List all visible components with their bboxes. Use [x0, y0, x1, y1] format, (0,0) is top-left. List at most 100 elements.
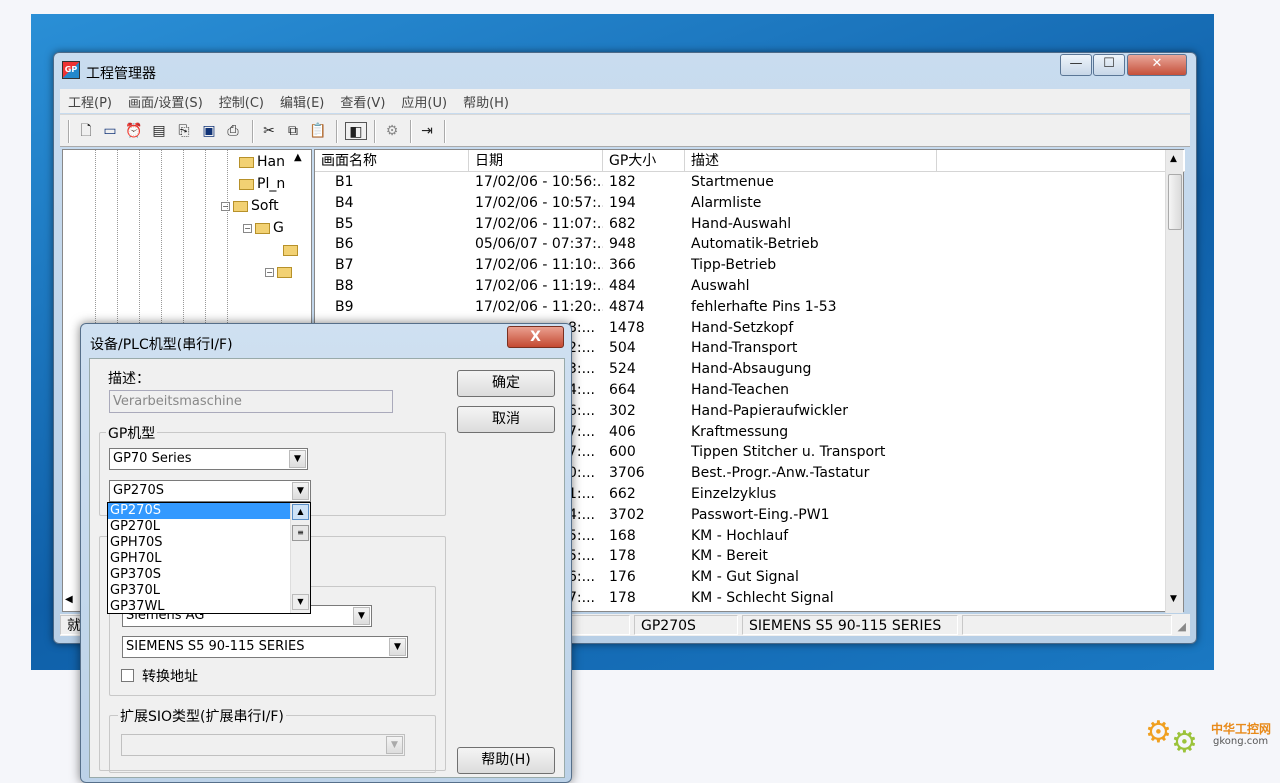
table-row[interactable]: B9 17/02/06 - 11:20:... 4874 fehlerhafte Pi… — [315, 299, 1165, 320]
screen-icon[interactable]: ▭ — [101, 122, 119, 140]
scroll-up-icon[interactable]: ▲ — [294, 152, 302, 163]
scroll-up-icon[interactable]: ▲ — [1170, 154, 1177, 164]
cell-size: 176 — [609, 569, 636, 586]
tree-item[interactable]: Pl_n — [239, 176, 295, 192]
cell-size: 948 — [609, 236, 636, 253]
paste-icon[interactable]: 📋 — [309, 122, 327, 140]
scroll-down-icon[interactable]: ▼ — [292, 594, 309, 610]
cut-icon[interactable]: ✂ — [260, 122, 278, 140]
gp-model-group-label: GP机型 — [106, 423, 158, 443]
cell-name: B7 — [335, 257, 354, 274]
gp-model-select[interactable]: GP270S ▼ — [109, 480, 311, 502]
simulate-icon[interactable]: ⎘ — [175, 122, 193, 140]
menu-view[interactable]: 查看(V) — [340, 92, 385, 111]
dropdown-option[interactable]: GPH70S — [108, 535, 290, 551]
table-row[interactable]: B1 17/02/06 - 10:56:... 182 Startmenue — [315, 174, 1165, 195]
cell-size: 484 — [609, 277, 636, 294]
cell-date: 05/06/07 - 07:37:... — [475, 236, 603, 253]
menu-bar: 工程(P) 画面/设置(S) 控制(C) 编辑(E) 查看(V) 应用(U) 帮… — [60, 89, 1190, 113]
cell-size: 3706 — [609, 465, 645, 482]
scroll-down-icon[interactable]: ▼ — [1170, 594, 1177, 604]
properties-icon[interactable]: ◧ — [345, 122, 367, 140]
cell-description: Hand-Transport — [691, 340, 798, 357]
cell-size: 178 — [609, 589, 636, 606]
cell-size: 4874 — [609, 298, 645, 315]
chevron-down-icon[interactable]: ▼ — [386, 736, 403, 754]
column-header-size[interactable]: GP大小 — [603, 150, 685, 172]
scroll-up-icon[interactable]: ▲ — [292, 504, 309, 520]
gp-model-value: GP270S — [113, 483, 164, 498]
ext-sio-select[interactable]: ▼ — [121, 734, 405, 756]
watermark-logo: ⚙ ⚙ 中华工控网 gkong.com — [1143, 714, 1273, 764]
list-scrollbar[interactable]: ▲ ▼ — [1165, 150, 1183, 613]
print-icon[interactable]: ⎙ — [224, 122, 242, 140]
collapse-icon[interactable]: − — [243, 223, 252, 233]
collapse-icon[interactable]: − — [221, 201, 230, 211]
tree-item[interactable]: − — [265, 264, 303, 280]
alarm-clock-icon[interactable]: ⏰ — [125, 122, 143, 140]
window-icon[interactable]: ▣ — [200, 122, 218, 140]
dropdown-option[interactable]: GP370L — [108, 583, 290, 599]
transfer-icon[interactable]: ▤ — [150, 122, 168, 140]
chevron-down-icon[interactable]: ▼ — [389, 638, 406, 656]
table-row[interactable]: B4 17/02/06 - 10:57:... 194 Alarmliste — [315, 195, 1165, 216]
scroll-left-icon[interactable]: ◀ — [65, 594, 73, 605]
dropdown-option[interactable]: GP270S — [108, 503, 290, 519]
menu-application[interactable]: 应用(U) — [401, 92, 447, 111]
table-row[interactable]: B6 05/06/07 - 07:37:... 948 Automatik-Betri… — [315, 236, 1165, 257]
cell-name: B5 — [335, 215, 354, 232]
help-button[interactable]: 帮助(H) — [457, 747, 555, 774]
dropdown-option[interactable]: GP37WL — [108, 599, 290, 615]
menu-project[interactable]: 工程(P) — [68, 92, 112, 111]
cell-description: fehlerhafte Pins 1-53 — [691, 298, 837, 315]
cell-description: Hand-Setzkopf — [691, 319, 794, 336]
menu-help[interactable]: 帮助(H) — [463, 92, 509, 111]
table-row[interactable]: B8 17/02/06 - 11:19:... 484 Auswahl — [315, 278, 1165, 299]
gp-model-dropdown-list[interactable]: GP270S GP270L GPH70S GPH70L GP370S GP370… — [107, 502, 311, 614]
cell-description: Hand-Auswahl — [691, 215, 792, 232]
close-button[interactable]: ✕ — [1127, 54, 1187, 76]
gp-series-select[interactable]: GP70 Series ▼ — [109, 448, 308, 470]
dropdown-option[interactable]: GP370S — [108, 567, 290, 583]
toolbar-separator — [252, 120, 254, 143]
ok-button[interactable]: 确定 — [457, 370, 555, 397]
copy-icon[interactable]: ⧉ — [284, 122, 302, 140]
tree-item[interactable] — [283, 242, 303, 258]
plc-series-select[interactable]: SIEMENS S5 90-115 SERIES ▼ — [122, 636, 408, 658]
tool-icon[interactable]: ⚙ — [383, 122, 401, 140]
cancel-button[interactable]: 取消 — [457, 406, 555, 433]
watermark-brand: 中华工控网 — [1211, 722, 1272, 736]
cell-name: B4 — [335, 194, 354, 211]
column-header-name[interactable]: 画面名称 — [315, 150, 469, 172]
menu-screen-settings[interactable]: 画面/设置(S) — [128, 92, 203, 111]
scrollbar-thumb[interactable]: ≡ — [292, 525, 309, 541]
cell-date: 17/02/06 - 10:56:... — [475, 174, 603, 190]
maximize-button[interactable]: ☐ — [1093, 54, 1125, 76]
title-bar[interactable]: GP 工程管理器 — ☐ ✕ — [54, 53, 1196, 85]
tree-item[interactable]: − Soft — [221, 198, 301, 214]
dropdown-option[interactable]: GPH70L — [108, 551, 290, 567]
cell-description: KM - Hochlauf — [691, 527, 789, 544]
cell-description: Tipp-Betrieb — [691, 257, 777, 274]
chevron-down-icon[interactable]: ▼ — [292, 482, 309, 500]
dialog-close-button[interactable]: X — [507, 326, 564, 348]
collapse-icon[interactable]: − — [265, 267, 274, 277]
scrollbar-thumb[interactable] — [1168, 174, 1182, 230]
dropdown-option[interactable]: GP270L — [108, 519, 290, 535]
menu-control[interactable]: 控制(C) — [219, 92, 264, 111]
chevron-down-icon[interactable]: ▼ — [289, 450, 306, 468]
minimize-button[interactable]: — — [1060, 54, 1092, 76]
table-row[interactable]: B5 17/02/06 - 11:07:... 682 Hand-Auswahl — [315, 216, 1165, 237]
table-row[interactable]: B7 17/02/06 - 11:10:... 366 Tipp-Betrieb — [315, 257, 1165, 278]
new-file-icon[interactable]: 🗋 — [77, 122, 95, 140]
column-header-description[interactable]: 描述 — [685, 150, 937, 172]
dropdown-scrollbar[interactable]: ▲ ≡ ▼ — [290, 503, 310, 613]
tree-item[interactable]: − G — [243, 220, 303, 236]
resize-grip-icon[interactable]: ◢ — [1178, 620, 1186, 633]
column-header-date[interactable]: 日期 — [469, 150, 603, 172]
menu-edit[interactable]: 编辑(E) — [280, 92, 324, 111]
description-field[interactable]: Verarbeitsmaschine — [109, 390, 393, 413]
exit-icon[interactable]: ⇥ — [418, 122, 436, 140]
convert-address-checkbox[interactable] — [121, 669, 134, 682]
chevron-down-icon[interactable]: ▼ — [353, 607, 370, 625]
